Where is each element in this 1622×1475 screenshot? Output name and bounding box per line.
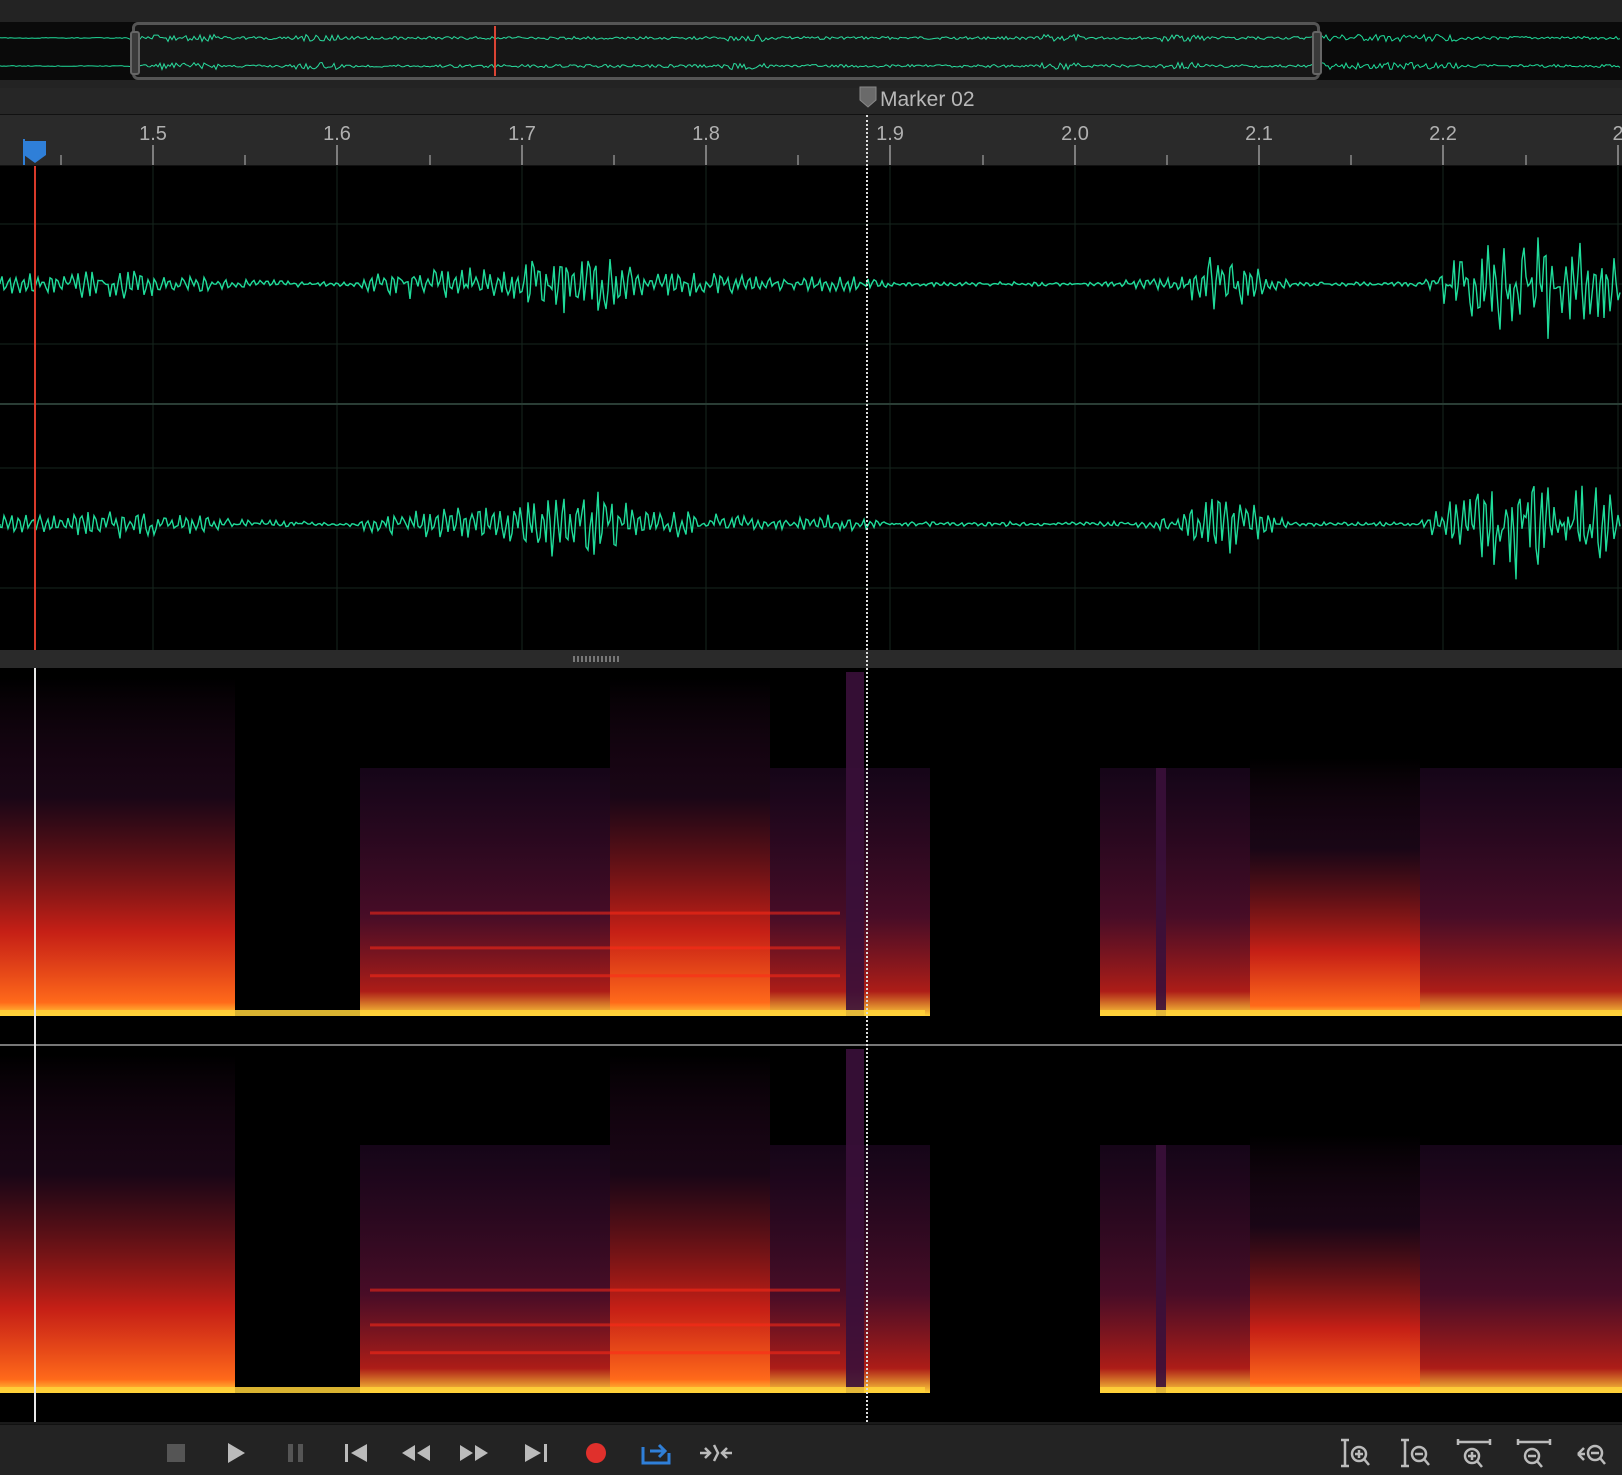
view-divider[interactable] (0, 650, 1622, 668)
waveform-graphic (0, 166, 1622, 650)
spectral-energy-band (610, 678, 770, 1016)
record-icon (586, 1443, 606, 1463)
record-button[interactable] (578, 1435, 614, 1471)
fast-forward-icon (460, 1445, 488, 1461)
skip-back-icon (345, 1444, 367, 1462)
overview-navigator[interactable] (0, 0, 1622, 88)
zoom-in-amplitude-icon (1341, 1438, 1370, 1468)
spectrogram-graphic (0, 672, 1622, 1393)
rewind-icon (402, 1445, 430, 1461)
pause-button[interactable] (278, 1435, 314, 1471)
spectral-energy-band (1250, 1135, 1420, 1393)
loop-icon (641, 1443, 671, 1465)
spectral-frequency-display[interactable] (0, 668, 1622, 1422)
zoom-out-full-icon (1577, 1444, 1606, 1465)
play-button[interactable] (218, 1435, 254, 1471)
ruler-tick-label: 2.1 (1245, 123, 1273, 145)
overview-left-handle[interactable] (130, 31, 140, 75)
transport-bar (0, 1424, 1622, 1475)
spectral-energy-band (1420, 1145, 1622, 1393)
spectral-energy-band (1100, 768, 1250, 1016)
marker-label[interactable]: Marker 02 (880, 88, 975, 112)
spectral-energy-band (610, 1055, 770, 1393)
spectral-energy-band (360, 768, 610, 1016)
marker-track[interactable] (0, 88, 1622, 115)
spectral-energy-band (1250, 758, 1420, 1016)
playhead-line-spectral (34, 668, 36, 1422)
skip-selection-button[interactable] (698, 1435, 734, 1471)
playhead-line[interactable] (34, 166, 36, 650)
spectral-energy-band (1420, 768, 1622, 1016)
zoom-out-full-button[interactable] (1576, 1435, 1612, 1471)
marker-line (866, 115, 868, 1422)
spectral-energy-band (360, 1145, 610, 1393)
waveform-display[interactable] (0, 166, 1622, 650)
move-to-next-button[interactable] (518, 1435, 554, 1471)
ruler-tick-label: 2.0 (1061, 123, 1089, 145)
marker-flag-icon[interactable] (859, 86, 877, 108)
rewind-button[interactable] (398, 1435, 434, 1471)
ruler-tick-label: 2 (1612, 123, 1622, 145)
ruler-tick-label: 1.7 (508, 123, 536, 145)
zoom-out-time-icon (1516, 1439, 1552, 1468)
playhead-handle-icon[interactable] (23, 139, 47, 165)
overview-view-window[interactable] (130, 22, 1322, 80)
zoom-out-amplitude-icon (1401, 1438, 1430, 1468)
zoom-in-time-icon (1456, 1439, 1492, 1468)
zoom-in-amplitude-button[interactable] (1336, 1435, 1372, 1471)
loop-playback-button[interactable] (638, 1435, 674, 1471)
zoom-out-time-button[interactable] (1516, 1435, 1552, 1471)
ruler-tick-label: 1.9 (876, 123, 904, 145)
fast-forward-button[interactable] (456, 1435, 492, 1471)
ruler-ticks (60, 145, 1619, 165)
spectral-energy-band (1100, 1145, 1250, 1393)
zoom-in-time-button[interactable] (1456, 1435, 1492, 1471)
waveform-channel (0, 237, 1621, 339)
ruler-tick-label: 1.8 (692, 123, 720, 145)
overview-right-handle[interactable] (1312, 31, 1322, 75)
move-to-previous-button[interactable] (338, 1435, 374, 1471)
time-ruler[interactable]: 1.5 1.6 1.7 1.8 1.9 2.0 2.1 2.2 2 (0, 115, 1622, 166)
ruler-tick-label: 1.6 (323, 123, 351, 145)
divider-grip-icon[interactable] (573, 656, 619, 662)
skip-forward-icon (525, 1444, 547, 1462)
stop-button[interactable] (158, 1435, 194, 1471)
ruler-tick-label: 2.2 (1429, 123, 1457, 145)
ruler-tick-label: 1.5 (139, 123, 167, 145)
zoom-out-amplitude-button[interactable] (1396, 1435, 1432, 1471)
stop-icon (167, 1444, 185, 1462)
pause-icon (288, 1444, 303, 1462)
play-icon (228, 1443, 245, 1463)
waveform-channel (0, 485, 1621, 580)
skip-selection-icon (700, 1444, 732, 1462)
